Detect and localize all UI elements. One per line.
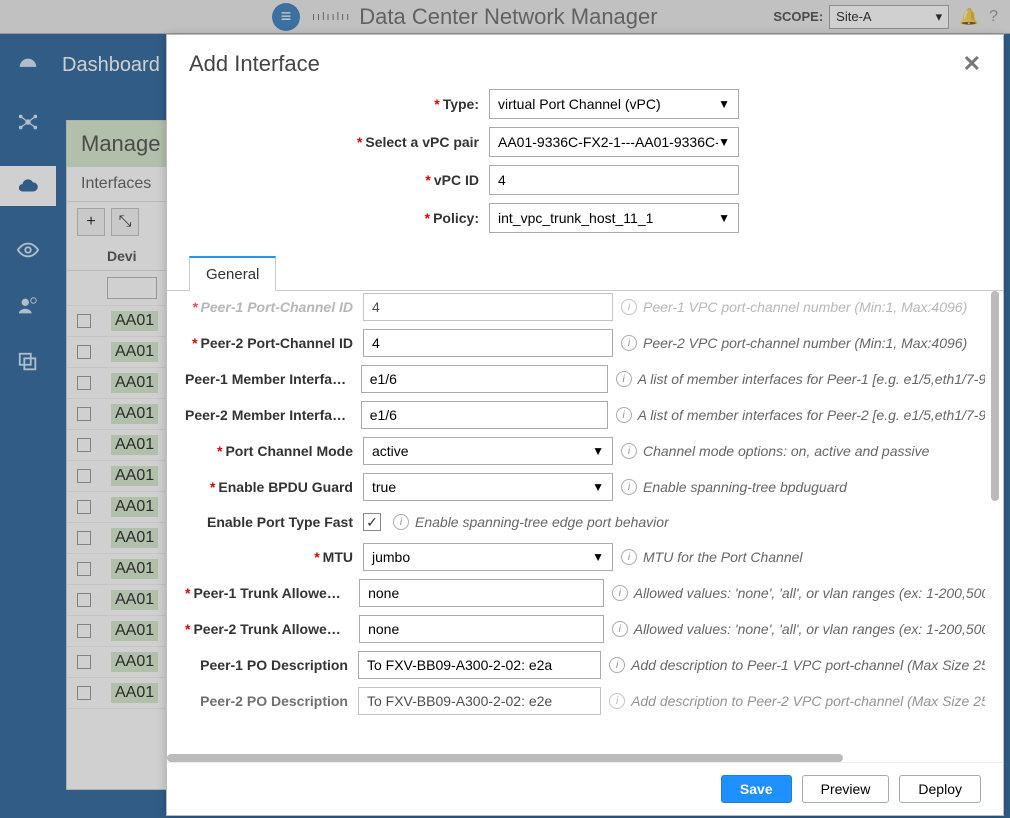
field-label: *Peer-2 Port-Channel ID	[185, 335, 363, 351]
field-input[interactable]	[359, 579, 604, 607]
field-select[interactable]: active▼	[363, 437, 613, 465]
field-hint: iEnable spanning-tree edge port behavior	[393, 514, 669, 530]
info-icon: i	[621, 549, 637, 565]
field-input[interactable]	[363, 329, 613, 357]
field-row: Peer-2 Member Interfaces iA list of membe…	[185, 397, 985, 433]
field-label: *Peer-1 Port-Channel ID	[185, 299, 363, 315]
field-hint: iChannel mode options: on, active and pa…	[621, 443, 929, 459]
field-label: *MTU	[185, 549, 363, 565]
field-hint: iAdd description to Peer-1 VPC port-chan…	[609, 657, 985, 673]
field-hint: iAdd description to Peer-2 VPC port-chan…	[609, 693, 985, 709]
info-icon: i	[612, 621, 628, 637]
field-hint: iMTU for the Port Channel	[621, 549, 803, 565]
field-row: *Enable BPDU Guardtrue▼ iEnable spanning-…	[185, 469, 985, 505]
vpc-id-label: *vPC ID	[189, 172, 489, 188]
field-hint: iAllowed values: 'none', 'all', or vlan …	[612, 621, 985, 637]
field-input[interactable]	[359, 615, 604, 643]
field-select[interactable]: true▼	[363, 473, 613, 501]
modal-tabs: General	[167, 255, 1003, 291]
field-select[interactable]: jumbo▼	[363, 543, 613, 571]
policy-select[interactable]: int_vpc_trunk_host_11_1▼	[489, 203, 739, 233]
info-icon: i	[621, 335, 637, 351]
modal-body: *Peer-1 Port-Channel ID iPeer-1 VPC port-…	[167, 291, 1003, 762]
field-row: Enable Port Type Fast✓ iEnable spanning-t…	[185, 505, 985, 539]
field-label: Peer-2 PO Description	[185, 693, 358, 709]
field-hint: iA list of member interfaces for Peer-2 …	[616, 407, 985, 423]
field-row: *Peer-1 Port-Channel ID iPeer-1 VPC port-…	[185, 291, 985, 325]
checkbox[interactable]: ✓	[363, 513, 381, 531]
info-icon: i	[609, 693, 625, 709]
field-hint: iPeer-1 VPC port-channel number (Min:1, …	[621, 299, 967, 315]
tab-general[interactable]: General	[189, 256, 276, 291]
field-label: Peer-2 Member Interfaces	[185, 407, 361, 423]
info-icon: i	[393, 514, 409, 530]
field-input[interactable]	[361, 365, 608, 393]
horizontal-scrollbar[interactable]	[167, 754, 843, 762]
chevron-down-icon: ▼	[592, 480, 604, 494]
type-select[interactable]: virtual Port Channel (vPC)▼	[489, 89, 739, 119]
field-row: Peer-2 PO Description iAdd description to…	[185, 683, 985, 719]
field-hint: iAllowed values: 'none', 'all', or vlan …	[612, 585, 985, 601]
field-label: *Peer-2 Trunk Allowed…	[185, 621, 359, 637]
close-icon[interactable]: ✕	[963, 51, 981, 77]
modal-footer: Save Preview Deploy	[167, 762, 1003, 815]
field-row: *Port Channel Modeactive▼ iChannel mode o…	[185, 433, 985, 469]
preview-button[interactable]: Preview	[802, 775, 890, 803]
field-label: *Peer-1 Trunk Allowed…	[185, 585, 359, 601]
field-label: Peer-1 Member Interfaces	[185, 371, 361, 387]
field-row: *Peer-2 Port-Channel ID iPeer-2 VPC port-…	[185, 325, 985, 361]
chevron-down-icon: ▼	[718, 211, 730, 225]
info-icon: i	[609, 657, 625, 673]
field-input[interactable]	[361, 401, 608, 429]
chevron-down-icon: ▼	[718, 97, 730, 111]
info-icon: i	[621, 479, 637, 495]
info-icon: i	[616, 371, 632, 387]
info-icon: i	[621, 443, 637, 459]
vpc-pair-select[interactable]: AA01-9336C-FX2-1---AA01-9336C-FX▼	[489, 127, 739, 157]
vpc-id-input[interactable]	[489, 165, 739, 195]
info-icon: i	[616, 407, 632, 423]
field-hint: iEnable spanning-tree bpduguard	[621, 479, 847, 495]
field-hint: iA list of member interfaces for Peer-1 …	[616, 371, 985, 387]
deploy-button[interactable]: Deploy	[899, 775, 981, 803]
type-label: *Type:	[189, 96, 489, 112]
field-label: Enable Port Type Fast	[185, 514, 363, 530]
info-icon: i	[621, 299, 637, 315]
chevron-down-icon: ▼	[592, 550, 604, 564]
vpc-pair-label: *Select a vPC pair	[189, 134, 489, 150]
field-input[interactable]	[363, 293, 613, 321]
field-input[interactable]	[358, 651, 601, 679]
modal-top-form: *Type: virtual Port Channel (vPC)▼ *Sele…	[167, 85, 1003, 251]
field-row: *Peer-1 Trunk Allowed… iAllowed values: '…	[185, 575, 985, 611]
save-button[interactable]: Save	[721, 775, 792, 803]
info-icon: i	[612, 585, 628, 601]
chevron-down-icon: ▼	[592, 444, 604, 458]
policy-label: *Policy:	[189, 210, 489, 226]
field-label: *Port Channel Mode	[185, 443, 363, 459]
field-input[interactable]	[358, 687, 601, 715]
field-row: *MTUjumbo▼ iMTU for the Port Channel	[185, 539, 985, 575]
field-row: *Peer-2 Trunk Allowed… iAllowed values: '…	[185, 611, 985, 647]
chevron-down-icon: ▼	[718, 135, 730, 149]
field-label: Peer-1 PO Description	[185, 657, 358, 673]
field-row: Peer-1 Member Interfaces iA list of membe…	[185, 361, 985, 397]
add-interface-modal: Add Interface ✕ *Type: virtual Port Chan…	[166, 34, 1004, 816]
vertical-scrollbar[interactable]	[991, 291, 999, 501]
field-row: Peer-1 PO Description iAdd description to…	[185, 647, 985, 683]
field-label: *Enable BPDU Guard	[185, 479, 363, 495]
modal-title: Add Interface	[189, 51, 320, 77]
field-hint: iPeer-2 VPC port-channel number (Min:1, …	[621, 335, 967, 351]
